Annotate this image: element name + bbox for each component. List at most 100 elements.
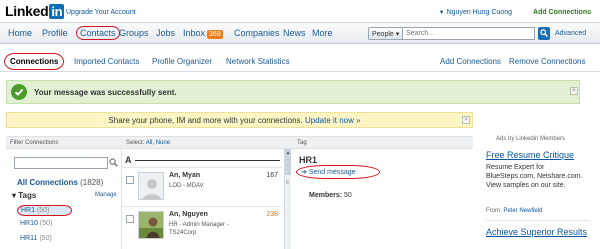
select-checkbox[interactable] <box>126 215 134 223</box>
connections-subnav: Connections Imported Contacts Profile Or… <box>0 52 600 72</box>
connection-count: 167 <box>266 172 278 179</box>
checkmark-icon <box>11 84 27 100</box>
logo-text: Linked <box>5 3 49 19</box>
nav-news[interactable]: News <box>283 28 306 38</box>
search-scope-label: People <box>372 31 394 38</box>
connection-title: LOD - MDAV <box>169 183 204 189</box>
all-connections-label: All Connections <box>17 178 78 187</box>
nav-inbox-label: Inbox <box>183 28 206 38</box>
connection-name[interactable]: An, Nguyen <box>169 211 208 218</box>
tag-name: HR10 <box>20 220 38 227</box>
tag-item-hr1[interactable]: HR1 (50) <box>17 205 72 216</box>
dropdown-triangle-icon: ▾ <box>395 31 400 38</box>
nav-contacts[interactable]: Contacts <box>76 26 120 40</box>
tag-detail-panel: HR1 ➔ Send message Members: 50 <box>293 149 473 249</box>
success-banner: Your message was successfully sent. × <box>6 80 580 104</box>
ads-panel: Ads by Linkedin Members Free Resume Crit… <box>486 136 594 237</box>
advanced-search-link[interactable]: Advanced <box>555 30 586 37</box>
ads-header: Ads by Linkedin Members <box>496 136 566 142</box>
alphabet-current-thumb[interactable]: ▴ <box>285 149 291 175</box>
user-name: Nguyen Hung Cuong <box>446 9 512 16</box>
alphabet-scrollbar[interactable]: ▴ E <box>284 149 291 249</box>
tab-connections[interactable]: Connections <box>4 53 65 70</box>
filter-input[interactable] <box>14 157 108 169</box>
close-icon[interactable]: × <box>462 116 470 124</box>
tags-heading: ▾ Tags <box>12 191 36 200</box>
linkedin-logo[interactable]: Linked in <box>5 3 65 19</box>
letter-divider <box>135 160 280 161</box>
select-all-link[interactable]: All <box>146 140 153 146</box>
nav-more[interactable]: More <box>312 28 333 38</box>
select-label: Select: <box>126 140 145 146</box>
nav-inbox[interactable]: Inbox 368 <box>183 28 223 39</box>
tag-title: HR1 <box>299 155 318 165</box>
collapse-triangle-icon[interactable]: ▾ <box>12 191 16 200</box>
add-connections-top-link[interactable]: Add Connections <box>533 9 591 16</box>
add-connections-link[interactable]: Add Connections <box>440 57 501 66</box>
nav-home[interactable]: Home <box>8 28 32 38</box>
profile-photo-icon <box>139 212 163 238</box>
select-checkbox[interactable] <box>126 176 134 184</box>
tag-name: HR11 <box>20 235 38 242</box>
all-connections-count: (1828) <box>80 178 104 187</box>
nav-groups[interactable]: Groups <box>119 28 149 38</box>
dropdown-triangle-icon: ▼ <box>438 10 445 16</box>
ad-body[interactable]: Resume Expert for BlueSteps.com, Netshar… <box>486 163 590 190</box>
tag-count: (50) <box>36 207 50 214</box>
letter-heading: A <box>125 155 132 165</box>
tag-count: (50) <box>39 235 52 242</box>
connections-list: A An, Myan LOD - MDAV 167 An, Nguyen HR … <box>122 149 292 249</box>
search-icon[interactable] <box>109 158 118 167</box>
send-message-link[interactable]: ➔ Send message <box>296 165 380 179</box>
ad-divider <box>486 220 590 221</box>
tags-label: Tags <box>18 191 37 200</box>
tag-name: HR1 <box>21 207 36 214</box>
filter-panel: All Connections (1828) ▾ Tags Manage HR1… <box>6 149 122 249</box>
connection-name[interactable]: An, Myan <box>169 172 200 179</box>
list-item[interactable]: An, Myan LOD - MDAV 167 <box>122 167 282 205</box>
ad-title[interactable]: Achieve Superior Results <box>486 227 587 237</box>
list-item[interactable]: An, Nguyen HR - Admin Manager - TS24Corp… <box>122 206 282 244</box>
update-info-promo: Share your phone, IM and more with your … <box>6 112 473 128</box>
close-icon[interactable]: × <box>570 87 578 95</box>
top-bar: Linked in Upgrade Your Account ▼ Nguyen Hu… <box>0 0 600 22</box>
tag-header: Tag <box>293 136 473 149</box>
avatar[interactable] <box>138 172 164 200</box>
members-label: Members: <box>309 192 343 199</box>
inbox-count-badge: 368 <box>207 30 223 39</box>
search-button[interactable] <box>538 27 550 40</box>
avatar[interactable] <box>138 211 164 239</box>
default-avatar-icon <box>139 173 163 199</box>
search-scope-dropdown[interactable]: People ▾ <box>368 27 403 40</box>
ad-title[interactable]: Free Resume Critique <box>486 150 574 160</box>
nav-profile[interactable]: Profile <box>42 28 68 38</box>
tab-network-statistics[interactable]: Network Statistics <box>226 57 290 66</box>
main-nav: Home Profile Contacts Groups Jobs Inbox 3… <box>0 22 600 44</box>
remove-connections-link[interactable]: Remove Connections <box>509 57 585 66</box>
members-count: Members: 50 <box>309 192 352 199</box>
update-it-now-link[interactable]: Update it now » <box>305 116 361 125</box>
all-connections-item[interactable]: All Connections (1828) <box>17 178 103 187</box>
connection-count: 238 <box>266 211 278 218</box>
ad-from: From: Peter Newfield <box>486 208 542 214</box>
logo-in-box: in <box>49 4 65 19</box>
search-input[interactable] <box>403 27 535 40</box>
user-menu[interactable]: ▼ Nguyen Hung Cuong <box>439 9 512 16</box>
tab-profile-organizer[interactable]: Profile Organizer <box>152 57 212 66</box>
tag-count: (50) <box>39 220 53 227</box>
alphabet-letter[interactable]: E <box>286 180 289 186</box>
ad-from-label: From: <box>486 208 502 214</box>
search-icon <box>540 29 548 37</box>
nav-companies[interactable]: Companies <box>234 28 280 38</box>
promo-text: Share your phone, IM and more with your … <box>108 116 303 125</box>
upgrade-account-link[interactable]: Upgrade Your Account <box>66 9 136 16</box>
select-none-link[interactable]: None <box>156 140 170 146</box>
nav-jobs[interactable]: Jobs <box>156 28 175 38</box>
manage-tags-link[interactable]: Manage <box>95 192 117 198</box>
ad-from-link[interactable]: Peter Newfield <box>503 208 542 214</box>
members-value: 50 <box>344 192 352 199</box>
tag-item-hr11[interactable]: HR11 (50) <box>20 235 52 242</box>
tag-item-hr10[interactable]: HR10 (50) <box>20 220 52 227</box>
success-message: Your message was successfully sent. <box>34 88 177 97</box>
tab-imported-contacts[interactable]: Imported Contacts <box>74 57 139 66</box>
